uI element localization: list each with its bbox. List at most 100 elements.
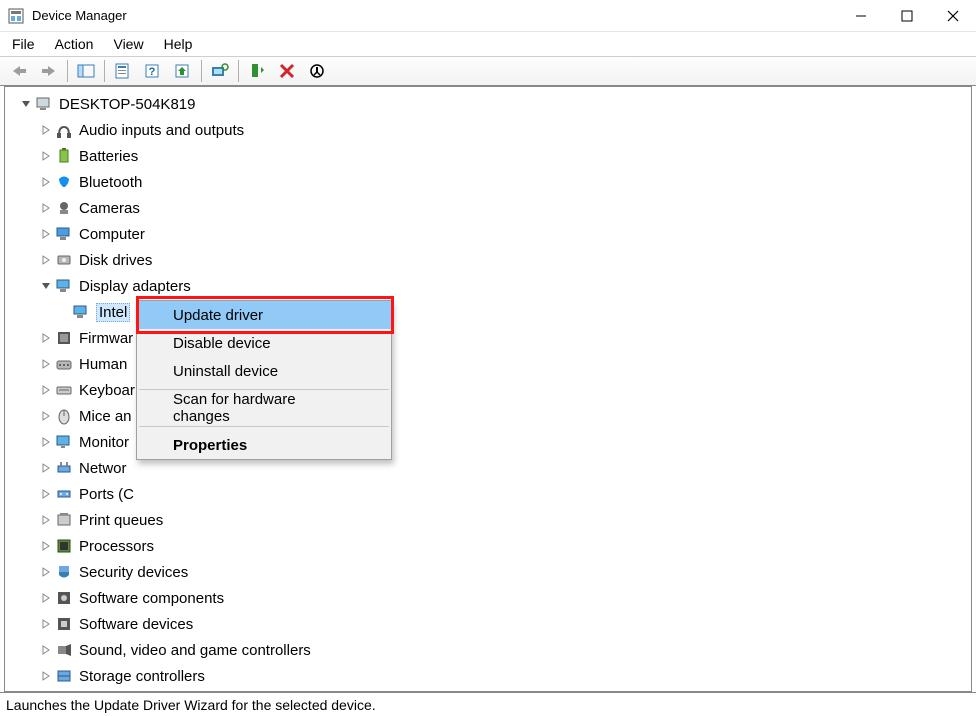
chevron-right-icon[interactable]: [39, 513, 53, 527]
context-disable-label: Disable device: [173, 335, 271, 352]
update-driver-button[interactable]: [169, 58, 197, 84]
chevron-right-icon[interactable]: [39, 487, 53, 501]
window-title: Device Manager: [32, 8, 127, 23]
chevron-right-icon[interactable]: [39, 461, 53, 475]
chevron-right-icon[interactable]: [39, 591, 53, 605]
category-label: Cameras: [79, 200, 140, 217]
menu-view[interactable]: View: [113, 36, 143, 52]
category-label: Sound, video and game controllers: [79, 642, 311, 659]
tree-category[interactable]: Display adapters: [5, 273, 971, 299]
menu-help[interactable]: Help: [164, 36, 193, 52]
tree-category[interactable]: Disk drives: [5, 247, 971, 273]
tree-category[interactable]: Cameras: [5, 195, 971, 221]
tree-category[interactable]: Software devices: [5, 611, 971, 637]
properties-button[interactable]: [109, 58, 137, 84]
chevron-right-icon[interactable]: [39, 643, 53, 657]
category-label: Batteries: [79, 148, 138, 165]
category-label: Keyboar: [79, 382, 135, 399]
context-properties[interactable]: Properties: [137, 431, 391, 459]
chevron-right-icon[interactable]: [39, 565, 53, 579]
chevron-right-icon[interactable]: [39, 253, 53, 267]
tree-category[interactable]: Computer: [5, 221, 971, 247]
category-icon: [55, 199, 73, 217]
tree-category[interactable]: Storage controllers: [5, 663, 971, 689]
category-icon: [55, 407, 73, 425]
context-menu: Update driver Disable device Uninstall d…: [136, 300, 392, 460]
tree-category[interactable]: Batteries: [5, 143, 971, 169]
category-label: Mice an: [79, 408, 132, 425]
status-bar: Launches the Update Driver Wizard for th…: [0, 692, 976, 716]
menu-action[interactable]: Action: [55, 36, 94, 52]
category-label: Bluetooth: [79, 174, 142, 191]
category-icon: [55, 615, 73, 633]
chevron-right-icon[interactable]: [39, 201, 53, 215]
category-label: Security devices: [79, 564, 188, 581]
computer-icon: [35, 95, 53, 113]
category-icon: [55, 355, 73, 373]
help-button[interactable]: ?: [139, 58, 167, 84]
back-button[interactable]: [5, 58, 33, 84]
category-icon: [55, 433, 73, 451]
tree-category[interactable]: Sound, video and game controllers: [5, 637, 971, 663]
menu-file[interactable]: File: [12, 36, 35, 52]
tree-category[interactable]: Security devices: [5, 559, 971, 585]
disable-device-button[interactable]: [303, 58, 331, 84]
minimize-button[interactable]: [838, 0, 884, 32]
chevron-right-icon[interactable]: [39, 669, 53, 683]
menu-bar: File Action View Help: [0, 32, 976, 56]
tree-root[interactable]: DESKTOP-504K819: [5, 91, 971, 117]
tree-category[interactable]: Print queues: [5, 507, 971, 533]
category-icon: [55, 121, 73, 139]
context-separator: [139, 426, 389, 427]
context-disable-device[interactable]: Disable device: [137, 329, 391, 357]
category-icon: [55, 225, 73, 243]
scan-hardware-button[interactable]: [206, 58, 234, 84]
uninstall-device-button[interactable]: [273, 58, 301, 84]
tree-category[interactable]: Ports (C: [5, 481, 971, 507]
category-label: Firmwar: [79, 330, 133, 347]
category-label: Computer: [79, 226, 145, 243]
forward-button[interactable]: [35, 58, 63, 84]
category-icon: [55, 277, 73, 295]
chevron-down-icon[interactable]: [39, 279, 53, 293]
tree-category[interactable]: Processors: [5, 533, 971, 559]
chevron-right-icon[interactable]: [39, 539, 53, 553]
category-icon: [55, 459, 73, 477]
chevron-right-icon[interactable]: [39, 227, 53, 241]
chevron-right-icon[interactable]: [39, 123, 53, 137]
category-icon: [55, 381, 73, 399]
tree-category[interactable]: Bluetooth: [5, 169, 971, 195]
chevron-right-icon[interactable]: [39, 383, 53, 397]
category-label: Human: [79, 356, 127, 373]
show-hide-tree-button[interactable]: [72, 58, 100, 84]
maximize-button[interactable]: [884, 0, 930, 32]
category-label: Ports (C: [79, 486, 134, 503]
close-button[interactable]: [930, 0, 976, 32]
chevron-right-icon[interactable]: [39, 435, 53, 449]
context-uninstall-device[interactable]: Uninstall device: [137, 357, 391, 385]
chevron-right-icon[interactable]: [39, 409, 53, 423]
context-scan-hardware[interactable]: Scan for hardware changes: [137, 394, 391, 422]
context-update-label: Update driver: [173, 307, 263, 324]
chevron-right-icon[interactable]: [39, 617, 53, 631]
display-adapter-icon: [72, 303, 90, 321]
context-update-driver[interactable]: Update driver: [137, 301, 391, 329]
category-icon: [55, 251, 73, 269]
enable-device-button[interactable]: [243, 58, 271, 84]
category-label: Storage controllers: [79, 668, 205, 685]
chevron-right-icon[interactable]: [39, 357, 53, 371]
category-icon: [55, 563, 73, 581]
category-label: Networ: [79, 460, 127, 477]
category-icon: [55, 641, 73, 659]
svg-text:?: ?: [149, 66, 156, 78]
app-icon: [8, 8, 24, 24]
toolbar: ?: [0, 56, 976, 86]
chevron-right-icon[interactable]: [39, 331, 53, 345]
tree-category[interactable]: Software components: [5, 585, 971, 611]
chevron-right-icon[interactable]: [39, 175, 53, 189]
chevron-down-icon[interactable]: [19, 97, 33, 111]
category-icon: [55, 511, 73, 529]
tree-category[interactable]: Audio inputs and outputs: [5, 117, 971, 143]
chevron-right-icon[interactable]: [39, 149, 53, 163]
category-label: Disk drives: [79, 252, 152, 269]
